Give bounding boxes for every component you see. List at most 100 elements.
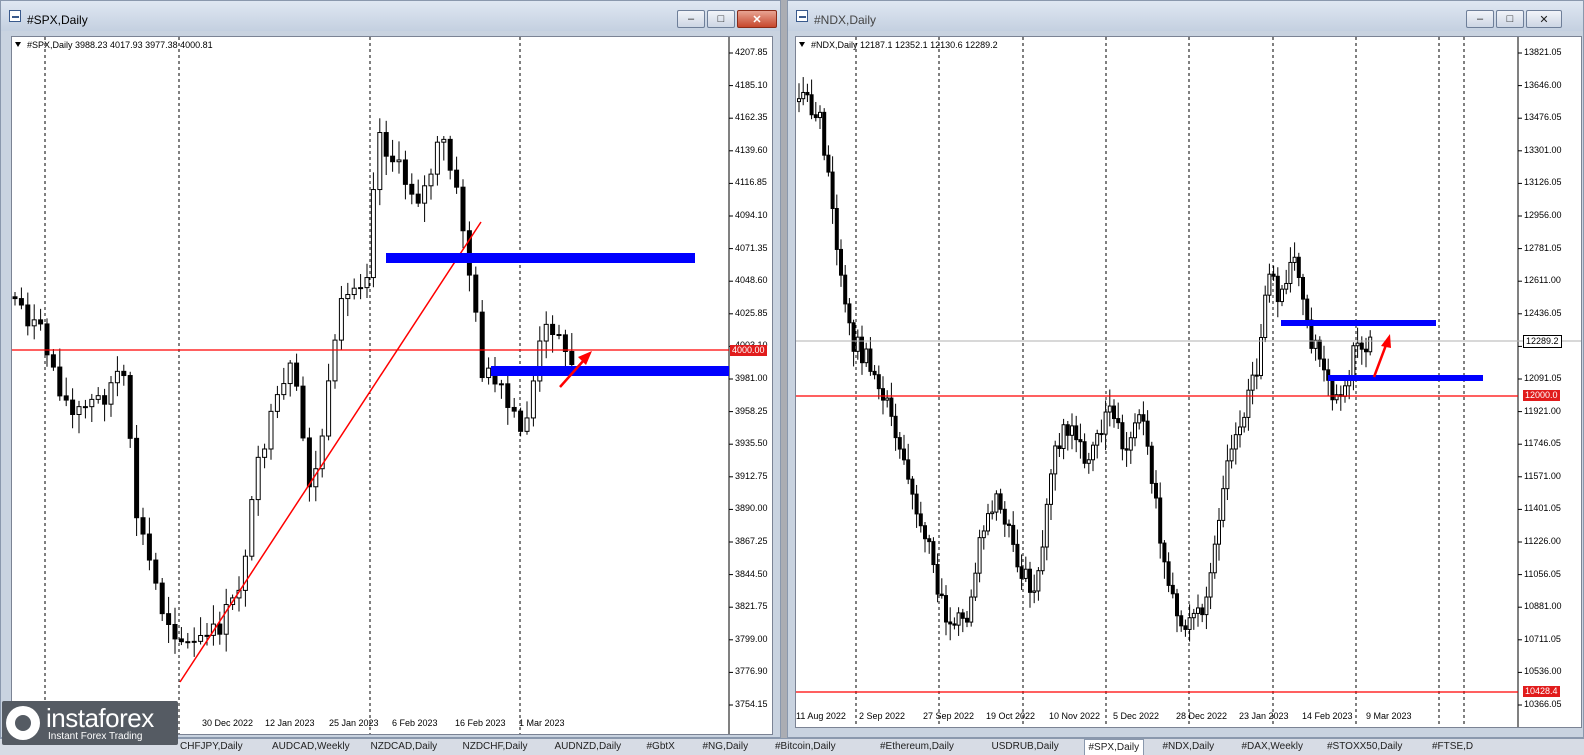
- price-tick-label: 3935.50: [735, 438, 768, 449]
- chart-tab-ndxdaily[interactable]: #NDX,Daily: [1163, 741, 1215, 752]
- candle-body: [505, 383, 511, 408]
- candle-body: [530, 380, 536, 419]
- candle-body: [868, 348, 873, 372]
- chart-tab-daxweekly[interactable]: #DAX,Weekly: [1242, 741, 1304, 752]
- ndx-titlebar[interactable]: #NDX,Daily – □ ✕: [788, 1, 1583, 31]
- candle-body: [332, 339, 338, 382]
- close-button[interactable]: ✕: [1526, 10, 1562, 28]
- candle-body: [300, 385, 306, 439]
- chart-tab-ethereumdaily[interactable]: #Ethereum,Daily: [880, 741, 954, 752]
- candle-body: [498, 383, 504, 386]
- candle-body: [70, 399, 76, 416]
- chart-tab-stoxx50daily[interactable]: #STOXX50,Daily: [1327, 741, 1402, 752]
- ndx-chart-canvas[interactable]: [796, 37, 1581, 727]
- candle-body: [1221, 488, 1226, 521]
- candle-body: [918, 513, 923, 527]
- minimize-button[interactable]: –: [677, 10, 705, 28]
- candle-body: [1049, 473, 1053, 505]
- candle-body: [1259, 337, 1263, 377]
- candle-body: [1099, 433, 1104, 436]
- price-tick-label: 13301.00: [1524, 144, 1562, 155]
- candle-body: [31, 319, 37, 327]
- chart-tab-audcadweekly[interactable]: AUDCAD,Weekly: [272, 741, 350, 752]
- candle-body: [1107, 405, 1112, 413]
- candle-body: [935, 564, 940, 595]
- candle-body: [204, 634, 210, 637]
- chart-tab-nzdcaddaily[interactable]: NZDCAD,Daily: [371, 741, 438, 752]
- maximize-button[interactable]: □: [1496, 10, 1524, 28]
- price-tick-label: 12091.05: [1524, 373, 1562, 383]
- candle-body: [511, 406, 517, 412]
- candle-body: [1137, 414, 1142, 424]
- candle-body: [923, 525, 927, 540]
- candle-body: [428, 173, 434, 187]
- date-tick-label: 5 Dec 2022: [1113, 711, 1160, 721]
- candle-body: [172, 623, 178, 640]
- candle-body: [1187, 617, 1192, 630]
- ndx-window-title: #NDX,Daily: [814, 13, 877, 27]
- chart-tab-usdrubdaily[interactable]: USDRUB,Daily: [992, 741, 1059, 752]
- candle-body: [1091, 444, 1095, 461]
- spx-titlebar[interactable]: #SPX,Daily – □ ✕: [1, 1, 780, 31]
- candle-body: [185, 641, 191, 644]
- price-tick-label: 4207.85: [735, 47, 768, 57]
- chart-window-icon: [9, 10, 21, 22]
- chart-tab-audnzddaily[interactable]: AUDNZD,Daily: [555, 741, 622, 752]
- candle-body: [1322, 358, 1326, 371]
- chart-tab-ftsed[interactable]: #FTSE,D: [1432, 741, 1473, 752]
- candle-body: [486, 367, 492, 379]
- candle-body: [1074, 425, 1079, 441]
- candle-body: [153, 559, 159, 584]
- price-tick-label: 3799.00: [735, 633, 768, 644]
- candle-body: [562, 334, 568, 352]
- price-tick-label: 12956.00: [1524, 210, 1562, 220]
- resistance-zone: [1281, 320, 1436, 326]
- candle-body: [843, 274, 848, 305]
- candle-body: [1015, 543, 1020, 568]
- chart-tab-spxdaily[interactable]: #SPX,Daily: [1083, 739, 1145, 755]
- candle-body: [479, 311, 485, 379]
- candle-body: [826, 154, 831, 173]
- spx-price-chart[interactable]: #SPX,Daily 3988.23 4017.93 3977.38 4000.…: [11, 36, 773, 735]
- candle-body: [818, 111, 822, 119]
- candle-body: [1275, 275, 1280, 303]
- ndx-chart-window[interactable]: #NDX,Daily – □ ✕ #NDX,Daily 12187.1 1235…: [787, 0, 1584, 738]
- logo-name: instaforex: [46, 703, 154, 733]
- price-tick-label: 10366.05: [1524, 699, 1562, 709]
- candle-body: [1359, 342, 1364, 350]
- candle-body: [1078, 439, 1083, 443]
- ndx-price-chart[interactable]: #NDX,Daily 12187.1 12352.1 12130.6 12289…: [795, 36, 1582, 728]
- spx-chart-window[interactable]: #SPX,Daily – □ ✕ #SPX,Daily 3988.23 4017…: [0, 0, 781, 738]
- price-tick-label: 3890.00: [735, 503, 768, 514]
- candle-body: [76, 406, 82, 416]
- candle-body: [847, 303, 852, 324]
- date-tick-label: 25 Jan 2023: [329, 718, 379, 728]
- candle-body: [876, 374, 881, 390]
- candle-body: [1179, 615, 1184, 627]
- spx-chart-canvas[interactable]: [12, 37, 772, 734]
- chart-tab-chfjpydaily[interactable]: CHFJPY,Daily: [180, 741, 243, 752]
- close-button[interactable]: ✕: [737, 10, 777, 28]
- candle-body: [524, 417, 530, 432]
- candle-body: [1233, 434, 1238, 450]
- minimize-button[interactable]: –: [1466, 10, 1494, 28]
- price-tick-label: 11571.00: [1524, 470, 1561, 481]
- candle-body: [89, 398, 95, 408]
- price-tick-label: 4025.85: [735, 307, 768, 318]
- candle-body: [12, 296, 18, 300]
- chart-tab-ngdaily[interactable]: #NG,Daily: [703, 741, 749, 752]
- candle-body: [57, 366, 63, 397]
- candle-body: [383, 132, 389, 157]
- chart-tab-gbtx[interactable]: #GbtX: [647, 741, 675, 752]
- maximize-button[interactable]: □: [707, 10, 735, 28]
- chart-tab-bitcoindaily[interactable]: #Bitcoin,Daily: [775, 741, 836, 752]
- candle-body: [1124, 448, 1129, 451]
- dropdown-triangle-icon: [799, 42, 805, 47]
- candle-body: [994, 493, 999, 513]
- chart-tab-nzdchfdaily[interactable]: NZDCHF,Daily: [463, 741, 528, 752]
- candle-body: [813, 114, 818, 119]
- date-tick-label: 10 Nov 2022: [1049, 711, 1101, 721]
- candle-body: [415, 193, 421, 204]
- candle-body: [1254, 374, 1259, 377]
- chart-tab-strip[interactable]: CHFJPY,Daily AUDCAD,Weekly NZDCAD,Daily NZD…: [0, 738, 1584, 755]
